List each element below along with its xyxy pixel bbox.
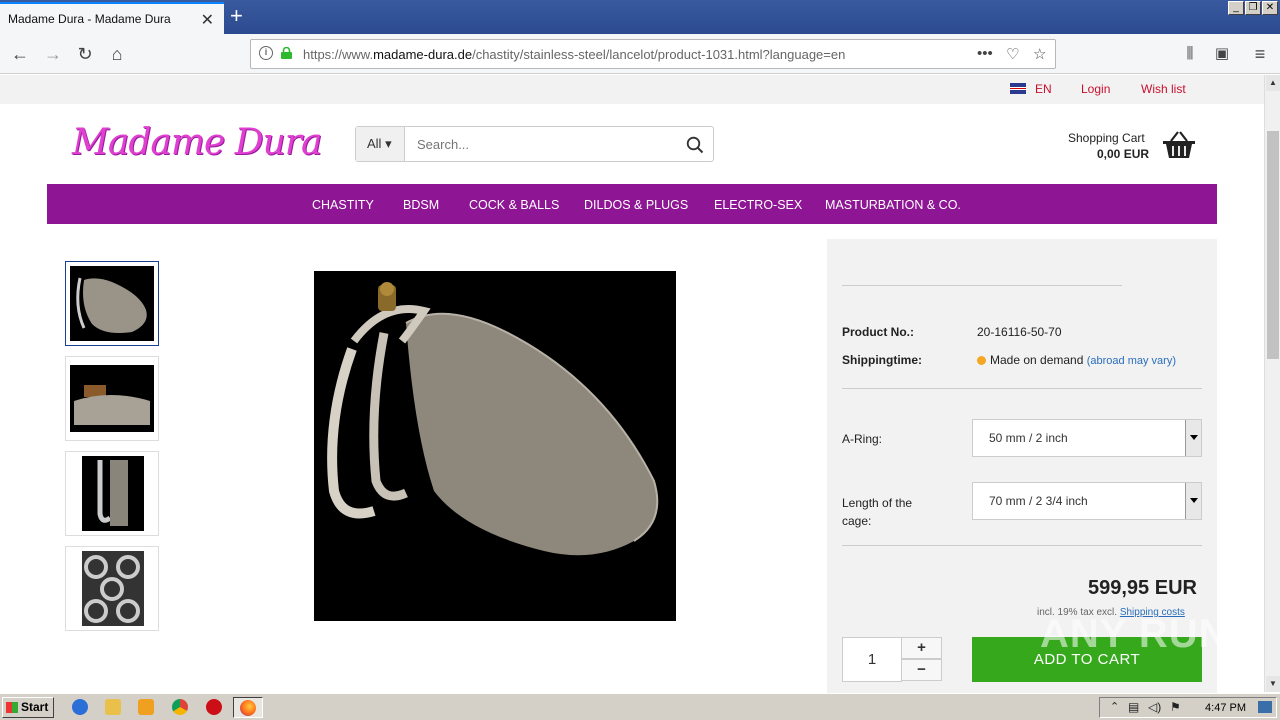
back-icon[interactable]: ← — [8, 42, 32, 66]
info-icon[interactable]: i — [259, 46, 273, 60]
chrome-icon[interactable] — [172, 699, 188, 715]
folder-icon[interactable] — [105, 699, 121, 715]
site-logo[interactable]: Madame Dura — [72, 122, 322, 163]
product-thumbnail[interactable] — [65, 356, 159, 441]
divider — [842, 285, 1122, 286]
uk-flag-icon — [1010, 83, 1026, 94]
reload-icon[interactable]: ↻ — [73, 42, 97, 66]
dropdown-arrow-icon[interactable] — [1185, 483, 1201, 519]
nav-chastity[interactable]: CHASTITY — [312, 198, 374, 212]
dropdown-arrow-icon[interactable] — [1185, 420, 1201, 456]
scroll-thumb[interactable] — [1267, 131, 1279, 359]
quantity-decrease-button[interactable]: − — [901, 659, 942, 681]
home-icon[interactable]: ⌂ — [105, 42, 129, 66]
scroll-down-icon[interactable]: ▼ — [1266, 676, 1280, 692]
basket-icon[interactable] — [1162, 130, 1196, 160]
media-player-icon[interactable] — [138, 699, 154, 715]
nav-cock-balls[interactable]: COCK & BALLS — [469, 198, 559, 212]
nav-masturbation[interactable]: MASTURBATION & CO. — [825, 198, 961, 212]
flag-icon[interactable]: ⚑ — [1170, 700, 1181, 714]
tab-title: Madame Dura - Madame Dura — [8, 12, 171, 26]
cart-label[interactable]: Shopping Cart — [1068, 131, 1145, 145]
browser-tab-bar: Madame Dura - Madame Dura ✕ + _ ❐ ✕ — [0, 0, 1280, 34]
main-product-image[interactable] — [314, 271, 676, 621]
window-controls: _ ❐ ✕ — [1228, 1, 1278, 15]
network-icon[interactable]: ▤ — [1128, 700, 1139, 714]
thumbnail-image — [70, 266, 154, 341]
close-window-button[interactable]: ✕ — [1262, 1, 1278, 15]
page-scrollbar[interactable]: ▲ ▼ — [1264, 75, 1280, 692]
length-select[interactable]: 70 mm / 2 3/4 inch — [972, 482, 1202, 520]
shipping-status: Made on demand — [990, 353, 1084, 367]
product-thumbnail[interactable] — [65, 546, 159, 631]
product-thumbnail[interactable] — [65, 261, 159, 346]
browser-nav-bar: ← → ↻ ⌂ i https://www.madame-dura.de/cha… — [0, 34, 1280, 74]
opera-icon[interactable] — [206, 699, 222, 715]
forward-icon[interactable]: → — [41, 42, 65, 66]
wishlist-link[interactable]: Wish list — [1141, 82, 1186, 96]
aring-select[interactable]: 50 mm / 2 inch — [972, 419, 1202, 457]
search-icon[interactable] — [686, 136, 704, 154]
sidebar-icon[interactable]: ▣ — [1210, 42, 1234, 66]
volume-icon[interactable]: ◁) — [1148, 700, 1161, 714]
system-tray: ⌃ ▤ ◁) ⚑ 4:47 PM — [1099, 697, 1277, 718]
clock: 4:47 PM — [1205, 702, 1246, 714]
close-tab-icon[interactable]: ✕ — [201, 10, 214, 30]
search-bar: All ▾ — [355, 126, 714, 162]
quantity-increase-button[interactable]: + — [901, 637, 942, 659]
utility-bar: EN Login Wish list — [0, 75, 1264, 104]
ie-icon[interactable] — [72, 699, 88, 715]
thumbnail-image — [70, 551, 154, 626]
minimize-button[interactable]: _ — [1228, 1, 1244, 15]
nav-dildos-plugs[interactable]: DILDOS & PLUGS — [584, 198, 688, 212]
bookmark-star-icon[interactable]: ☆ — [1033, 45, 1046, 63]
firefox-taskbar-button[interactable] — [233, 697, 263, 718]
aring-label: A-Ring: — [842, 432, 883, 446]
quantity-input[interactable]: 1 — [842, 637, 902, 682]
divider — [842, 388, 1202, 389]
menu-icon[interactable]: ≡ — [1248, 42, 1272, 66]
pocket-icon[interactable]: ♡ — [1006, 45, 1019, 63]
main-navigation: CHASTITY BDSM COCK & BALLS DILDOS & PLUG… — [47, 184, 1217, 224]
nav-electro-sex[interactable]: ELECTRO-SEX — [714, 198, 802, 212]
divider — [842, 545, 1202, 546]
url-bar[interactable]: i https://www.madame-dura.de/chastity/st… — [250, 39, 1056, 69]
page-actions-icon[interactable]: ••• — [977, 45, 993, 62]
login-link[interactable]: Login — [1081, 82, 1110, 96]
taskbar: Start ⌃ ▤ ◁) ⚑ 4:47 PM — [0, 693, 1280, 720]
lock-icon — [281, 47, 292, 59]
start-button[interactable]: Start — [2, 697, 54, 718]
cart-total: 0,00 EUR — [1097, 147, 1150, 161]
shipping-label: Shippingtime: — [842, 353, 922, 367]
maximize-button[interactable]: ❐ — [1245, 1, 1261, 15]
thumbnail-image — [70, 361, 154, 436]
thumbnail-image — [70, 456, 154, 531]
nav-bdsm[interactable]: BDSM — [403, 198, 439, 212]
watermark: ANY RUN — [1040, 612, 1229, 656]
firefox-icon — [240, 700, 256, 716]
product-price: 599,95 EUR — [1088, 577, 1197, 599]
product-no-value: 20-16116-50-70 — [977, 325, 1062, 339]
browser-tab[interactable]: Madame Dura - Madame Dura ✕ — [0, 2, 224, 34]
shipping-value: Made on demand (abroad may vary) — [977, 353, 1176, 367]
shipping-note: (abroad may vary) — [1086, 355, 1177, 367]
desktop-icon[interactable] — [1258, 701, 1272, 713]
scroll-up-icon[interactable]: ▲ — [1266, 75, 1280, 91]
search-input[interactable] — [406, 127, 676, 161]
library-icon[interactable]: ⫼ — [1178, 42, 1202, 66]
product-thumbnail[interactable] — [65, 451, 159, 536]
length-label: Length of the cage: — [842, 496, 913, 528]
search-category-dropdown[interactable]: All ▾ — [356, 127, 405, 161]
status-dot-icon — [977, 356, 986, 365]
product-no-label: Product No.: — [842, 325, 914, 339]
language-link[interactable]: EN — [1035, 82, 1052, 96]
tray-expand-icon[interactable]: ⌃ — [1110, 700, 1119, 713]
new-tab-button[interactable]: + — [230, 4, 243, 28]
url-text: https://www.madame-dura.de/chastity/stai… — [303, 47, 846, 62]
